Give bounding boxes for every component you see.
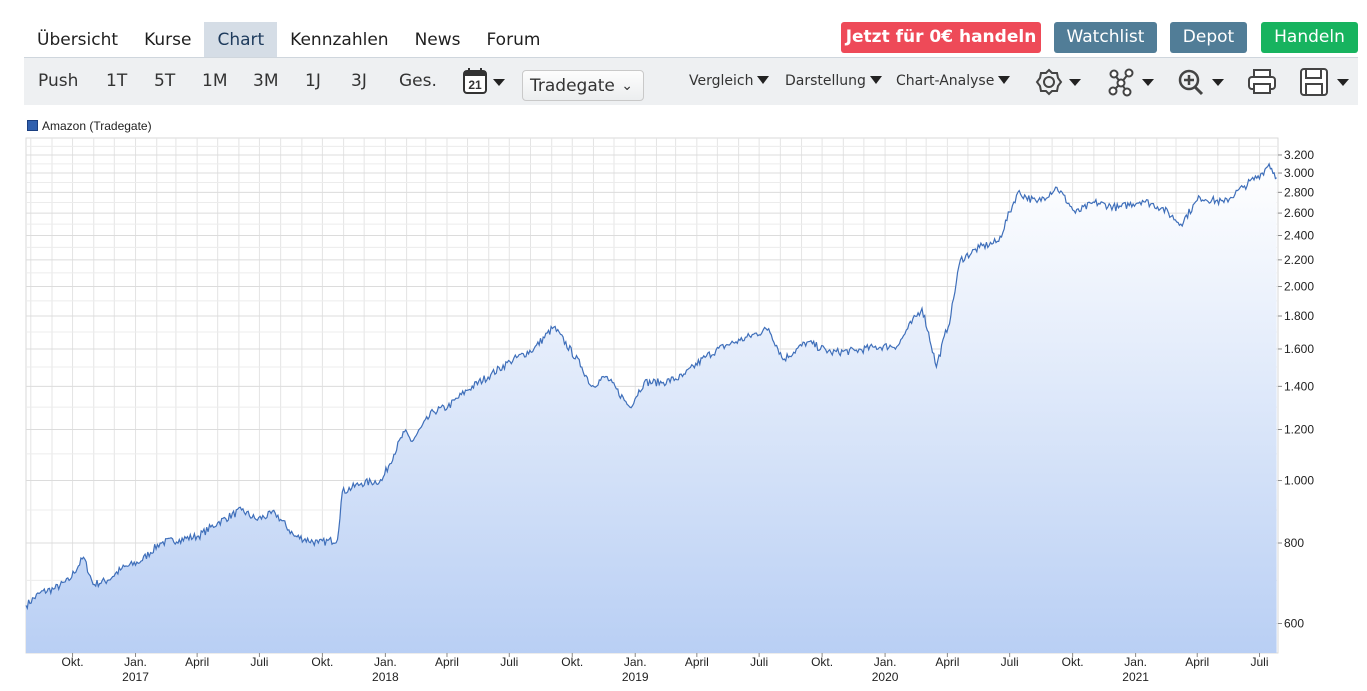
x-tick-year: 2018 [372, 670, 399, 684]
x-tick-label: Juli [250, 655, 268, 669]
x-tick-label: Jan. [124, 655, 147, 669]
x-tick-label: April [685, 655, 709, 669]
x-tick-label: Okt. [1062, 655, 1084, 669]
y-tick-label: 800 [1284, 536, 1304, 550]
x-tick-label: Jan. [1124, 655, 1147, 669]
darstellung-label: Darstellung [785, 73, 866, 89]
y-axis: 600 800 1.000 1.200 1.400 1.600 1.800 2.000 2.20… [1278, 148, 1314, 631]
print-icon[interactable] [1246, 66, 1280, 98]
x-tick-label: Okt. [811, 655, 833, 669]
caret-down-icon [869, 76, 882, 84]
trade-free-button[interactable]: Jetzt für 0€ handeln [841, 22, 1041, 53]
range-1m[interactable]: 1M [202, 58, 227, 105]
range-3j[interactable]: 3J [351, 58, 367, 105]
chart-toolbar: Push 1T 5T 1M 3M 1J 3J Ges. 21 Tradegate… [24, 57, 1358, 105]
calendar-icon[interactable]: 21 [461, 67, 511, 99]
calendar-day: 21 [468, 78, 482, 92]
range-5t[interactable]: 5T [154, 58, 175, 105]
network-icon[interactable] [1107, 66, 1159, 98]
y-tick-label: 2.800 [1284, 185, 1314, 199]
x-tick-year: 2017 [122, 670, 149, 684]
save-icon[interactable] [1298, 66, 1354, 98]
x-tick-label: April [185, 655, 209, 669]
x-tick-label: Jan. [624, 655, 647, 669]
x-tick-year: 2019 [622, 670, 649, 684]
darstellung-dropdown[interactable]: Darstellung [785, 58, 882, 105]
zoom-in-icon[interactable] [1176, 66, 1228, 98]
range-ges[interactable]: Ges. [399, 58, 437, 105]
y-tick-label: 3.000 [1284, 166, 1314, 180]
chart-analyse-dropdown[interactable]: Chart-Analyse [896, 58, 1011, 105]
x-tick-label: Okt. [62, 655, 84, 669]
x-tick-label: April [1185, 655, 1209, 669]
x-tick-label: Juli [1251, 655, 1269, 669]
caret-down-icon [998, 76, 1011, 84]
y-tick-label: 1.400 [1284, 379, 1314, 393]
y-tick-label: 2.000 [1284, 280, 1314, 294]
range-3m[interactable]: 3M [253, 58, 278, 105]
x-tick-label: Jan. [374, 655, 397, 669]
tab-uebersicht[interactable]: Übersicht [24, 22, 131, 57]
tab-news[interactable]: News [402, 22, 474, 57]
price-area [26, 163, 1277, 653]
x-tick-label: April [935, 655, 959, 669]
x-tick-label: Juli [1001, 655, 1019, 669]
y-tick-label: 2.600 [1284, 206, 1314, 220]
y-tick-label: 1.200 [1284, 422, 1314, 436]
y-tick-label: 2.200 [1284, 253, 1314, 267]
tab-kennzahlen[interactable]: Kennzahlen [277, 22, 401, 57]
x-tick-year: 2020 [872, 670, 899, 684]
vergleich-label: Vergleich [689, 73, 754, 89]
handeln-button[interactable]: Handeln [1261, 22, 1358, 53]
y-tick-label: 1.800 [1284, 309, 1314, 323]
tab-kurse[interactable]: Kurse [131, 22, 204, 57]
depot-button[interactable]: Depot [1170, 22, 1247, 53]
watchlist-button[interactable]: Watchlist [1054, 22, 1157, 53]
range-push[interactable]: Push [38, 58, 78, 105]
y-tick-label: 2.400 [1284, 228, 1314, 242]
x-tick-label: Jan. [874, 655, 897, 669]
vergleich-dropdown[interactable]: Vergleich [689, 58, 770, 105]
caret-down-icon [757, 76, 770, 84]
chart-analyse-label: Chart-Analyse [896, 73, 995, 89]
x-tick-label: Juli [500, 655, 518, 669]
x-tick-label: Juli [750, 655, 768, 669]
main-tabs: Übersicht Kurse Chart Kennzahlen News Fo… [24, 22, 553, 57]
exchange-select-value: Tradegate [530, 76, 615, 96]
range-1j[interactable]: 1J [305, 58, 321, 105]
tab-forum[interactable]: Forum [474, 22, 554, 57]
y-tick-label: 1.600 [1284, 342, 1314, 356]
chevron-down-icon: ⌄ [621, 78, 633, 94]
x-tick-label: Okt. [311, 655, 333, 669]
range-1t[interactable]: 1T [106, 58, 127, 105]
y-tick-label: 1.000 [1284, 474, 1314, 488]
price-chart[interactable]: 600 800 1.000 1.200 1.400 1.600 1.800 2.000 2.20… [0, 130, 1367, 691]
gear-icon[interactable] [1034, 66, 1086, 98]
x-tick-label: Okt. [561, 655, 583, 669]
x-tick-label: April [435, 655, 459, 669]
y-tick-label: 3.200 [1284, 148, 1314, 162]
x-axis: Okt. Jan.2017April Juli Okt. Jan.2018April Ju… [62, 653, 1269, 684]
x-tick-year: 2021 [1122, 670, 1149, 684]
y-tick-label: 600 [1284, 617, 1304, 631]
exchange-select[interactable]: Tradegate ⌄ [522, 70, 644, 101]
tab-chart[interactable]: Chart [204, 22, 278, 57]
